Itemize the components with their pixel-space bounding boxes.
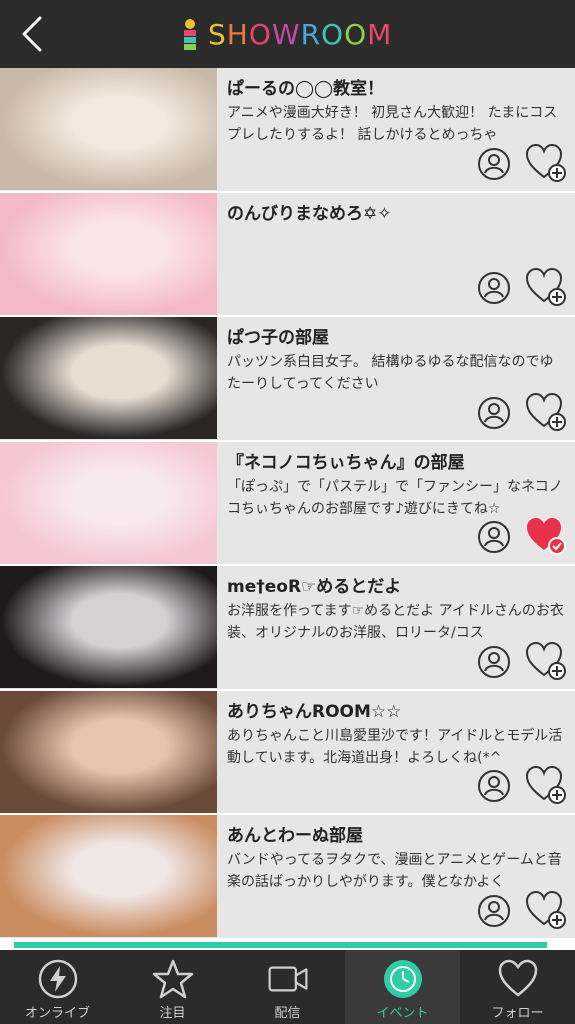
profile-button[interactable]	[477, 271, 511, 305]
profile-button[interactable]	[477, 894, 511, 928]
heart-plus-icon	[525, 641, 566, 680]
favorited-button[interactable]	[525, 516, 567, 556]
room-thumbnail[interactable]	[0, 566, 217, 688]
tab-label: フォロー	[491, 1006, 544, 1021]
room-title[interactable]: me†eoR☞めるとだよ	[227, 572, 567, 597]
profile-button[interactable]	[477, 645, 511, 679]
tab-label: 注目	[159, 1006, 186, 1021]
user-profile-icon	[478, 521, 510, 553]
tab-label: イベント	[376, 1006, 429, 1021]
logo-letter: M	[367, 17, 393, 51]
favorite-add-button[interactable]	[525, 143, 567, 183]
logo-letter: W	[271, 17, 301, 51]
heart-icon	[497, 958, 539, 1000]
heart-plus-icon	[525, 765, 566, 804]
room-title[interactable]: のんびりまなめろ✡✧	[227, 199, 567, 224]
room-thumbnail[interactable]	[0, 690, 217, 813]
tab-star[interactable]: 注目	[115, 950, 230, 1024]
progress-fill	[14, 942, 548, 948]
favorite-add-button[interactable]	[525, 765, 567, 805]
tab-video-camera[interactable]: 配信	[230, 950, 345, 1024]
room-description	[227, 227, 565, 271]
room-title[interactable]: あんとわーぬ部屋	[227, 821, 567, 846]
room-list-item[interactable]: me†eoR☞めるとだよお洋服を作ってます☞めるとだよ アイドルさんのお衣装、オ…	[0, 566, 575, 691]
logo-letter: O	[248, 17, 272, 51]
room-list-item[interactable]: 『ネコノコちぃちゃん』の部屋「ぽっぷ」で「パステル」で「ファンシー」なネコノコち…	[0, 441, 575, 566]
room-title[interactable]: ぱつ子の部屋	[227, 323, 567, 348]
showroom-mascot-icon	[184, 19, 196, 50]
logo-letter: O	[344, 17, 368, 51]
profile-button[interactable]	[477, 769, 511, 803]
profile-button[interactable]	[477, 520, 511, 554]
heart-plus-icon	[525, 392, 566, 431]
star-icon	[152, 958, 194, 1000]
heart-plus-icon	[525, 890, 566, 929]
room-list: ぱーるの◯◯教室！ アニメや漫画大好き！ 初見さん大歓迎！ たまにコスプレしたりす…	[0, 68, 575, 940]
favorite-add-button[interactable]	[525, 392, 567, 432]
room-title[interactable]: ありちゃんROOM☆☆	[227, 697, 567, 722]
tab-clock[interactable]: イベント	[345, 950, 460, 1024]
room-description: バンドやってるヲタクで、漫画とアニメとゲームと音楽の話ばっかりしやがります。僕と…	[227, 852, 562, 890]
room-description: ありちゃんこと川島愛里沙です！アイドルとモデル活動しています。北海道出身！よろし…	[227, 727, 563, 766]
room-title[interactable]: 『ネコノコちぃちゃん』の部屋	[227, 448, 567, 473]
room-description: お洋服を作ってます☞めるとだよ アイドルさんのお衣装、オリジナルのお洋服、ロリー…	[227, 603, 564, 641]
logo-letter: R	[300, 17, 322, 51]
favorite-add-button[interactable]	[525, 890, 567, 930]
heart-plus-icon	[525, 143, 566, 182]
room-thumbnail[interactable]	[0, 68, 217, 190]
tab-label: オンライブ	[24, 1006, 90, 1021]
room-thumbnail[interactable]	[0, 192, 217, 315]
room-list-item[interactable]: のんびりまなめろ✡✧	[0, 192, 575, 317]
room-description: アニメや漫画大好き！ 初見さん大歓迎！ たまにコスプレしたりするよ！ 話しかける…	[227, 105, 558, 143]
user-profile-icon	[478, 894, 510, 927]
app-logo: SHOWROOM	[180, 14, 392, 54]
loading-progress	[0, 940, 575, 950]
room-list-item[interactable]: ぱーるの◯◯教室！ アニメや漫画大好き！ 初見さん大歓迎！ たまにコスプレしたりす…	[0, 68, 575, 193]
user-profile-icon	[478, 147, 510, 180]
clock-icon	[382, 958, 424, 1000]
logo-letter: O	[321, 17, 345, 51]
logo-letter: H	[226, 17, 249, 51]
room-list-item[interactable]: ぱつ子の部屋パッツン系白目女子。 結構ゆるゆるな配信なのでゆたーりしてってくださ…	[0, 317, 575, 442]
logo-letter: S	[208, 17, 227, 51]
lightning-icon	[37, 958, 79, 1000]
room-list-item[interactable]: あんとわーぬ部屋バンドやってるヲタクで、漫画とアニメとゲームと音楽の話ばっかりし…	[0, 815, 575, 940]
bottom-tab-bar: オンライブ 注目 配信 イベント フォロー	[0, 950, 575, 1024]
logo-text: SHOWROOM	[208, 18, 392, 51]
tab-lightning[interactable]: オンライブ	[0, 950, 115, 1024]
favorite-add-button[interactable]	[525, 641, 567, 681]
heart-check-icon	[527, 518, 566, 555]
tab-heart[interactable]: フォロー	[460, 950, 575, 1024]
profile-button[interactable]	[477, 147, 511, 181]
room-description: 「ぽっぷ」で「パステル」で「ファンシー」なネコノコちぃちゃんのお部屋です♪遊びに…	[227, 478, 563, 517]
user-profile-icon	[478, 272, 510, 304]
favorite-add-button[interactable]	[525, 267, 567, 307]
room-thumbnail[interactable]	[0, 815, 217, 937]
back-button[interactable]	[18, 14, 48, 54]
room-description: パッツン系白目女子。 結構ゆるゆるな配信なのでゆたーりしてってください	[227, 354, 554, 392]
app-header: SHOWROOM	[0, 0, 575, 68]
room-thumbnail[interactable]	[0, 317, 217, 439]
room-thumbnail[interactable]	[0, 441, 217, 564]
user-profile-icon	[478, 396, 510, 429]
user-profile-icon	[478, 645, 510, 678]
room-title[interactable]: ぱーるの◯◯教室！	[227, 74, 567, 99]
room-list-item[interactable]: ありちゃんROOM☆☆ ありちゃんこと川島愛里沙です！アイドルとモデル活動していま…	[0, 690, 575, 815]
video-camera-icon	[267, 958, 309, 1000]
heart-plus-icon	[525, 267, 566, 306]
tab-label: 配信	[274, 1006, 301, 1021]
chevron-left-icon	[22, 16, 42, 52]
user-profile-icon	[478, 770, 510, 802]
profile-button[interactable]	[477, 396, 511, 430]
